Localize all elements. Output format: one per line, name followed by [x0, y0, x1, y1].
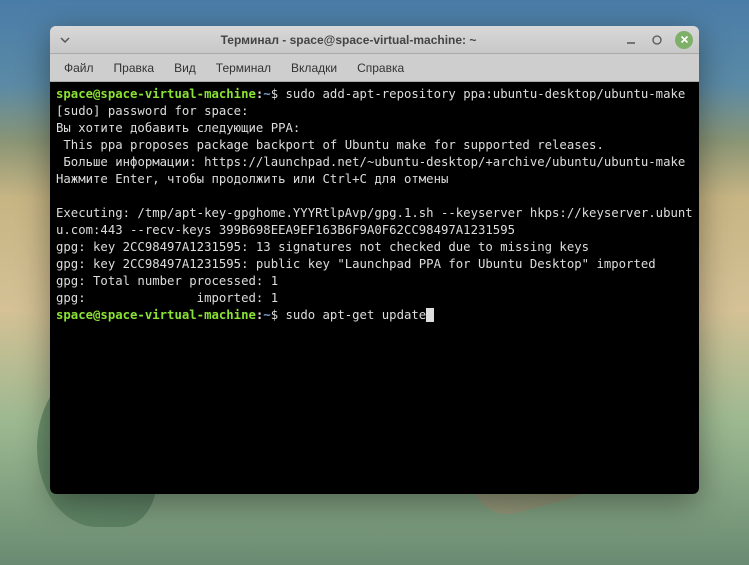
minimize-button[interactable] — [623, 32, 639, 48]
prompt-userhost: space@space-virtual-machine — [56, 87, 256, 101]
output-line: gpg: key 2CC98497A1231595: public key "L… — [56, 257, 656, 271]
menu-tabs[interactable]: Вкладки — [283, 57, 345, 79]
prompt-userhost: space@space-virtual-machine — [56, 308, 256, 322]
output-line: This ppa proposes package backport of Ub… — [56, 138, 604, 152]
prompt-symbol: $ — [271, 87, 278, 101]
output-line: [sudo] password for space: — [56, 104, 249, 118]
output-line: Больше информации: https://launchpad.net… — [56, 155, 685, 169]
output-line: gpg: key 2CC98497A1231595: 13 signatures… — [56, 240, 589, 254]
window-title: Терминал - space@space-virtual-machine: … — [74, 33, 623, 47]
maximize-button[interactable] — [649, 32, 665, 48]
terminal-content[interactable]: space@space-virtual-machine:~$ sudo add-… — [50, 82, 699, 494]
command-2: sudo apt-get update — [278, 308, 426, 322]
menu-view[interactable]: Вид — [166, 57, 204, 79]
output-line: Executing: /tmp/apt-key-gpghome.YYYRtlpA… — [56, 206, 693, 237]
menu-help[interactable]: Справка — [349, 57, 412, 79]
command-1: sudo add-apt-repository ppa:ubuntu-deskt… — [278, 87, 685, 101]
window-menu-icon[interactable] — [56, 31, 74, 49]
window-controls — [623, 31, 693, 49]
output-line: Вы хотите добавить следующие PPA: — [56, 121, 300, 135]
menu-edit[interactable]: Правка — [106, 57, 163, 79]
cursor — [426, 308, 434, 322]
prompt-path: ~ — [263, 308, 270, 322]
prompt-symbol: $ — [271, 308, 278, 322]
terminal-window: Терминал - space@space-virtual-machine: … — [50, 26, 699, 494]
menubar: Файл Правка Вид Терминал Вкладки Справка — [50, 54, 699, 82]
output-line: gpg: imported: 1 — [56, 291, 278, 305]
output-line: gpg: Total number processed: 1 — [56, 274, 278, 288]
close-button[interactable] — [675, 31, 693, 49]
titlebar: Терминал - space@space-virtual-machine: … — [50, 26, 699, 54]
prompt-path: ~ — [263, 87, 270, 101]
output-line: Нажмите Enter, чтобы продолжить или Ctrl… — [56, 172, 448, 186]
menu-terminal[interactable]: Терминал — [208, 57, 279, 79]
menu-file[interactable]: Файл — [56, 57, 102, 79]
